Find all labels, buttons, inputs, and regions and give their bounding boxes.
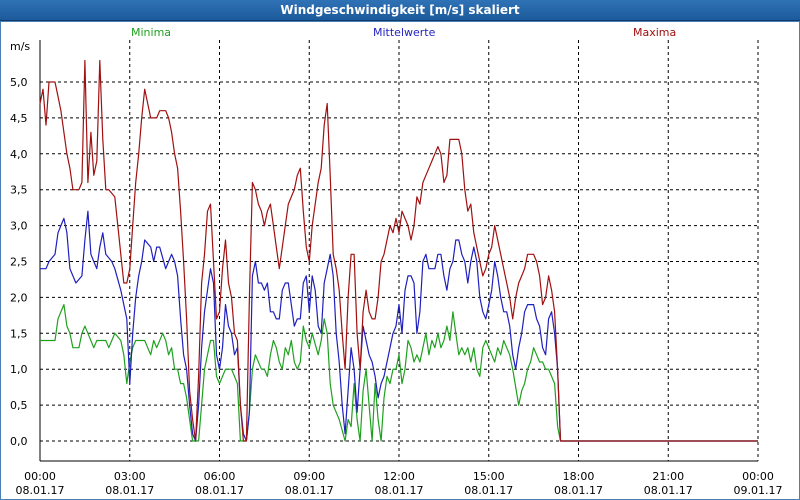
y-tick-label: 1,0 bbox=[10, 363, 28, 376]
x-tick-time: 18:00 bbox=[563, 470, 595, 483]
x-tick-date: 08.01.17 bbox=[16, 484, 65, 497]
x-tick-time: 12:00 bbox=[383, 470, 415, 483]
x-tick-date: 08.01.17 bbox=[464, 484, 513, 497]
y-tick-label: 3,5 bbox=[10, 184, 28, 197]
x-tick-date: 08.01.17 bbox=[105, 484, 154, 497]
x-tick-date: 08.01.17 bbox=[195, 484, 244, 497]
x-tick-date: 08.01.17 bbox=[554, 484, 603, 497]
x-tick-time: 09:00 bbox=[293, 470, 325, 483]
y-axis-unit: m/s bbox=[10, 40, 30, 53]
x-tick-date: 08.01.17 bbox=[285, 484, 334, 497]
tick-labels: 0,0 0,5 1,0 1,5 2,0 2,5 3,0 3,5 4,0 4,5 5,0 m/s 00:0… bbox=[10, 40, 782, 497]
x-tick-time: 06:00 bbox=[204, 470, 236, 483]
wind-speed-chart: 0,0 0,5 1,0 1,5 2,0 2,5 3,0 3,5 4,0 4,5 5,0 m/s 00:0… bbox=[10, 40, 782, 497]
x-tick-time: 15:00 bbox=[473, 470, 505, 483]
y-tick-label: 4,0 bbox=[10, 148, 28, 161]
x-tick-time: 00:00 bbox=[24, 470, 56, 483]
y-tick-label: 2,5 bbox=[10, 256, 28, 269]
y-tick-label: 0,0 bbox=[10, 435, 28, 448]
x-tick-time: 21:00 bbox=[652, 470, 684, 483]
y-tick-label: 4,5 bbox=[10, 112, 28, 125]
x-tick-date: 08.01.17 bbox=[375, 484, 424, 497]
x-tick-date: 08.01.17 bbox=[644, 484, 693, 497]
y-tick-label: 2,0 bbox=[10, 291, 28, 304]
x-tick-time: 00:00 bbox=[742, 470, 774, 483]
x-tick-time: 03:00 bbox=[114, 470, 146, 483]
y-tick-label: 1,5 bbox=[10, 327, 28, 340]
y-tick-label: 0,5 bbox=[10, 399, 28, 412]
x-tick-date: 09.01.17 bbox=[734, 484, 783, 497]
y-tick-label: 5,0 bbox=[10, 76, 28, 89]
y-tick-label: 3,0 bbox=[10, 220, 28, 233]
